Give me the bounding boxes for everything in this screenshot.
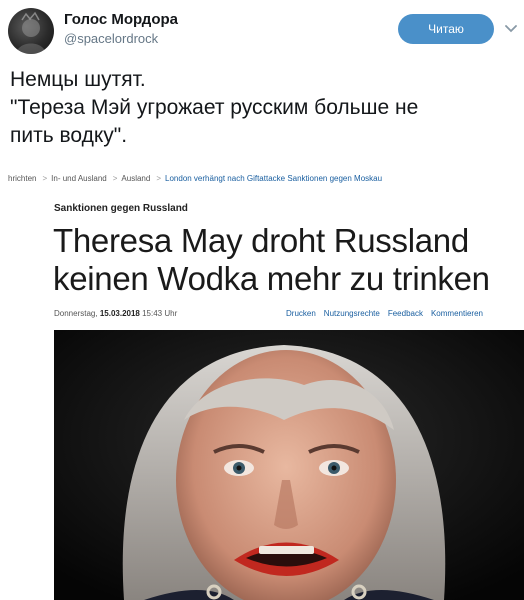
article-photo bbox=[54, 330, 524, 600]
tweet-media-image[interactable]: hrichten > In- und Ausland > Ausland > London … bbox=[8, 164, 524, 600]
tweet-text-line: пить водку". bbox=[10, 124, 128, 147]
tweet-text-line: Немцы шутят. bbox=[10, 68, 146, 91]
breadcrumb: hrichten > In- und Ausland > Ausland > London … bbox=[8, 174, 383, 183]
article-action-comment: Kommentieren bbox=[430, 309, 483, 318]
portrait-photo bbox=[54, 330, 524, 600]
article-headline-line: Theresa May droht Russland bbox=[53, 222, 469, 259]
breadcrumb-item: hrichten bbox=[8, 174, 37, 183]
follow-button[interactable]: Читаю bbox=[398, 14, 494, 44]
article-time: 15:43 Uhr bbox=[142, 309, 178, 318]
article-date-prefix: Donnerstag, bbox=[54, 309, 98, 318]
breadcrumb-item-current: London verhängt nach Giftattacke Sanktio… bbox=[165, 174, 383, 183]
article-kicker: Sanktionen gegen Russland bbox=[54, 203, 188, 214]
breadcrumb-item: Ausland bbox=[121, 174, 151, 183]
tweet-text: Немцы шутят. "Тереза Мэй угрожает русски… bbox=[10, 66, 520, 150]
tweet-text-line: "Тереза Мэй угрожает русским больше не bbox=[10, 96, 419, 119]
tweet-header: Голос Мордора @spacelordrock Читаю bbox=[0, 0, 524, 62]
article-action-rights: Nutzungsrechte bbox=[323, 309, 380, 318]
chevron-down-icon[interactable] bbox=[504, 22, 518, 36]
article-actions: Drucken Nutzungsrechte Feedback Kommentiere… bbox=[286, 309, 491, 318]
article-action-feedback: Feedback bbox=[387, 309, 423, 318]
article-action-print: Drucken bbox=[286, 309, 316, 318]
avatar-image bbox=[16, 11, 46, 54]
article-date: Donnerstag, 15.03.2018 15:43 Uhr bbox=[54, 309, 177, 318]
article-date-value: 15.03.2018 bbox=[99, 309, 140, 318]
article-headline: Theresa May droht Russland keinen Wodka … bbox=[53, 222, 523, 298]
author-handle[interactable]: @spacelordrock bbox=[64, 31, 158, 46]
article-headline-line: keinen Wodka mehr zu trinken bbox=[53, 260, 490, 297]
breadcrumb-item: In- und Ausland bbox=[51, 174, 107, 183]
avatar[interactable] bbox=[8, 8, 54, 54]
author-display-name[interactable]: Голос Мордора bbox=[64, 11, 178, 28]
